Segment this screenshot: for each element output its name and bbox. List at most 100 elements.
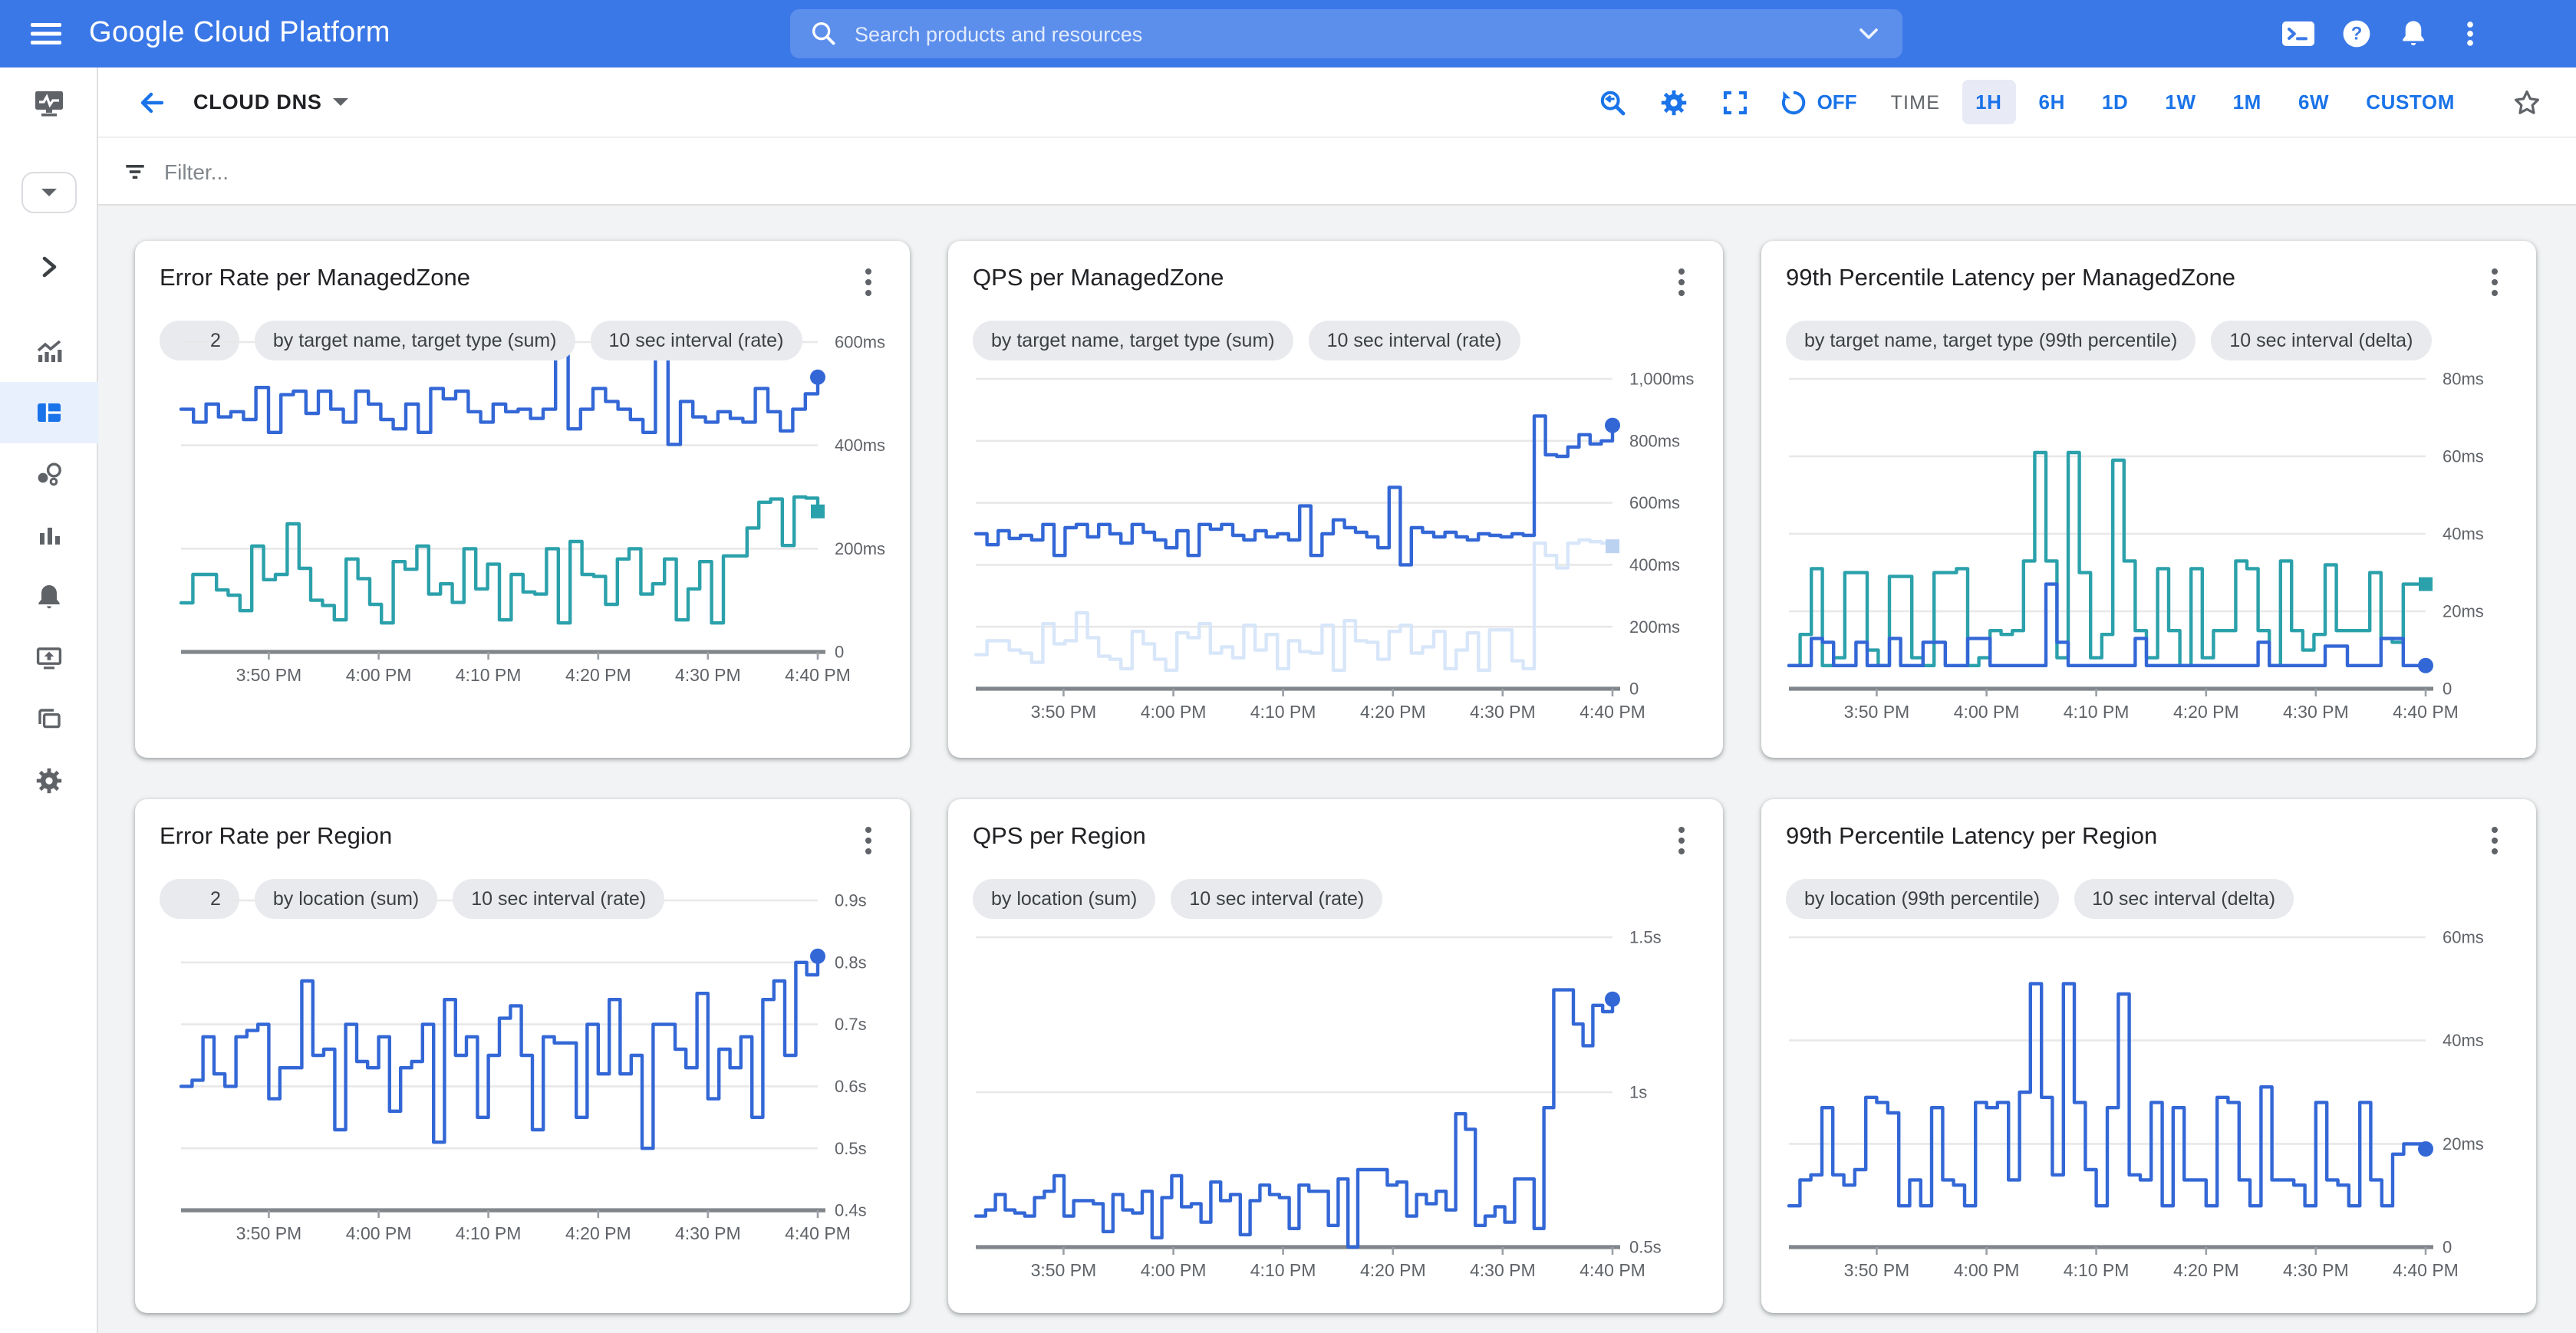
sidebar-expand-button[interactable]	[0, 241, 98, 293]
svg-text:3:50 PM: 3:50 PM	[236, 1223, 302, 1242]
favorite-button[interactable]	[2502, 77, 2551, 127]
interval-chip[interactable]: 10 sec interval (rate)	[1171, 879, 1382, 919]
svg-text:4:20 PM: 4:20 PM	[1360, 702, 1426, 722]
time-range-custom[interactable]: CUSTOM	[2352, 80, 2469, 124]
chart-menu-button[interactable]	[1665, 265, 1698, 299]
chart-title: 99th Percentile Latency per Region	[1786, 824, 2157, 851]
dashboard-name-dropdown[interactable]: CLOUD DNS	[193, 91, 348, 114]
chart-menu-button[interactable]	[2478, 265, 2512, 299]
filter-count-chip[interactable]: 0.9s0.8s0.7s0.6s0.5s0.4s3:50 PM4:00 PM4:…	[160, 879, 239, 919]
chart-menu-button[interactable]	[2478, 824, 2512, 857]
gear-icon	[1659, 87, 1690, 117]
chart-card: QPS per Region by location (sum)10 sec i…	[948, 799, 1723, 1313]
hamburger-menu-button[interactable]	[12, 0, 80, 67]
hamburger-icon	[28, 15, 64, 52]
svg-text:4:30 PM: 4:30 PM	[2283, 702, 2349, 722]
sidebar-item-alerting[interactable]	[0, 566, 98, 627]
svg-text:4:10 PM: 4:10 PM	[2064, 702, 2130, 722]
stats-icon	[34, 520, 64, 551]
zoom-reset-button[interactable]	[1589, 77, 1638, 127]
chart-card: QPS per ManagedZone by target name, targ…	[948, 241, 1723, 758]
cloud-shell-button[interactable]	[2280, 15, 2317, 52]
interval-chip[interactable]: 10 sec interval (delta)	[2074, 879, 2294, 919]
svg-text:0.4s: 0.4s	[835, 1200, 867, 1219]
time-range-1w[interactable]: 1W	[2151, 80, 2209, 124]
star-icon	[2512, 87, 2542, 117]
svg-text:4:40 PM: 4:40 PM	[2393, 1260, 2459, 1280]
sidebar-item-stats[interactable]	[0, 505, 98, 566]
svg-text:4:20 PM: 4:20 PM	[565, 664, 631, 684]
chart-card: 99th Percentile Latency per ManagedZone …	[1761, 241, 2536, 758]
chart-chips: 600ms400ms200ms03:50 PM4:00 PM4:10 PM4:2…	[160, 321, 885, 360]
back-button[interactable]	[129, 79, 175, 125]
chart-chips: by location (sum) 10 sec interval (rate)	[973, 879, 1698, 919]
chart-plot[interactable]: 80ms60ms40ms20ms03:50 PM4:00 PM4:10 PM4:…	[1786, 367, 2512, 741]
notifications-button[interactable]	[2396, 17, 2430, 51]
chart-card: Error Rate per Region 0.9s0.8s0.7s0.6s0.…	[135, 799, 910, 1313]
chevron-down-icon[interactable]	[1853, 18, 1884, 49]
interval-chip[interactable]: 10 sec interval (rate)	[453, 879, 664, 919]
dashboard-name: CLOUD DNS	[193, 91, 322, 114]
time-range-6w[interactable]: 6W	[2284, 80, 2343, 124]
brand-title: Google Cloud Platform	[89, 17, 390, 51]
svg-text:0.5s: 0.5s	[1629, 1238, 1662, 1257]
svg-text:4:20 PM: 4:20 PM	[2173, 702, 2239, 722]
svg-text:4:40 PM: 4:40 PM	[785, 1223, 851, 1242]
svg-text:3:50 PM: 3:50 PM	[1844, 702, 1910, 722]
scope-selector-dropdown[interactable]	[21, 172, 77, 213]
aggregation-chip[interactable]: by target name, target type (sum)	[255, 321, 575, 360]
time-range-1h[interactable]: 1H	[1962, 80, 2015, 124]
time-range-1m[interactable]: 1M	[2219, 80, 2275, 124]
chart-menu-button[interactable]	[852, 824, 885, 857]
sidebar-item-uptime-checks[interactable]	[0, 627, 98, 689]
chart-chips: by location (99th percentile) 10 sec inte…	[1786, 879, 2512, 919]
auto-refresh-toggle[interactable]: OFF	[1773, 87, 1863, 117]
metrics-explorer-icon	[34, 336, 64, 367]
svg-text:400ms: 400ms	[1629, 555, 1680, 574]
chart-plot[interactable]: 1.5s1s0.5s3:50 PM4:00 PM4:10 PM4:20 PM4:…	[973, 925, 1698, 1299]
svg-text:4:40 PM: 4:40 PM	[1580, 702, 1645, 722]
svg-text:1s: 1s	[1629, 1083, 1647, 1102]
dashboard-toolbar: CLOUD DNS OFF TIME 1H6H1D1W1M6WCUSTOM	[98, 67, 2576, 138]
time-range-6h[interactable]: 6H	[2025, 80, 2079, 124]
svg-text:4:10 PM: 4:10 PM	[1250, 702, 1316, 722]
sidebar-item-groups[interactable]	[0, 689, 98, 750]
svg-text:4:10 PM: 4:10 PM	[2064, 1260, 2130, 1280]
chart-plot[interactable]: 60ms40ms20ms03:50 PM4:00 PM4:10 PM4:20 P…	[1786, 925, 2512, 1299]
svg-text:400ms: 400ms	[835, 435, 885, 454]
more-vert-icon	[2453, 17, 2487, 51]
filter-icon: 0.9s0.8s0.7s0.6s0.5s0.4s3:50 PM4:00 PM4:…	[178, 887, 201, 910]
search-icon	[809, 18, 839, 49]
time-range-1d[interactable]: 1D	[2088, 80, 2142, 124]
svg-text:4:10 PM: 4:10 PM	[1250, 1260, 1316, 1280]
aggregation-chip[interactable]: by location (sum)	[973, 879, 1155, 919]
dashboard-settings-button[interactable]	[1650, 77, 1699, 127]
sidebar-item-metrics-explorer[interactable]	[0, 321, 98, 382]
aggregation-chip[interactable]: by target name, target type (99th percen…	[1786, 321, 2196, 360]
sidebar-item-dashboards[interactable]	[0, 382, 98, 443]
chart-menu-button[interactable]	[852, 265, 885, 299]
interval-chip[interactable]: 10 sec interval (delta)	[2211, 321, 2431, 360]
svg-text:4:20 PM: 4:20 PM	[565, 1223, 631, 1242]
global-search-input[interactable]: Search products and resources	[790, 9, 1902, 58]
sidebar-item-services[interactable]	[0, 443, 98, 505]
fullscreen-button[interactable]	[1711, 77, 1761, 127]
aggregation-chip[interactable]: by location (99th percentile)	[1786, 879, 2058, 919]
chart-menu-button[interactable]	[1665, 824, 1698, 857]
help-button[interactable]: ?	[2340, 17, 2373, 51]
more-options-button[interactable]	[2453, 17, 2487, 51]
refresh-icon	[1779, 87, 1810, 117]
sidebar-item-settings[interactable]	[0, 750, 98, 811]
svg-text:?: ?	[2351, 24, 2363, 44]
svg-text:40ms: 40ms	[2443, 525, 2484, 544]
aggregation-chip[interactable]: by location (sum)	[255, 879, 437, 919]
interval-chip[interactable]: 10 sec interval (rate)	[1309, 321, 1520, 360]
svg-text:0.7s: 0.7s	[835, 1014, 867, 1033]
filter-count-chip[interactable]: 600ms400ms200ms03:50 PM4:00 PM4:10 PM4:2…	[160, 321, 239, 360]
filter-bar[interactable]: Filter...	[98, 138, 2576, 206]
aggregation-chip[interactable]: by target name, target type (sum)	[973, 321, 1293, 360]
auto-refresh-state: OFF	[1817, 91, 1857, 114]
chart-plot[interactable]: 1,000ms800ms600ms400ms200ms03:50 PM4:00 …	[973, 367, 1698, 741]
svg-text:4:30 PM: 4:30 PM	[2283, 1260, 2349, 1280]
interval-chip[interactable]: 10 sec interval (rate)	[591, 321, 802, 360]
